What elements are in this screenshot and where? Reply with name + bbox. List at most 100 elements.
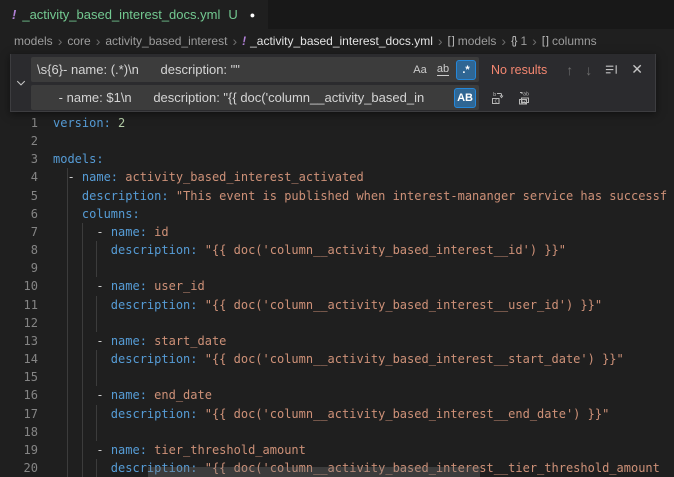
code-line[interactable]: 16 - name: end_date: [0, 386, 674, 404]
svg-text:c: c: [494, 98, 497, 104]
find-in-selection-icon: [604, 62, 619, 77]
code-text: description: "{{ doc('column__activity_b…: [53, 350, 624, 368]
line-number[interactable]: 4: [0, 168, 38, 186]
code-line[interactable]: 6 columns:: [0, 205, 674, 223]
replace-all-icon: ab ac: [517, 90, 533, 106]
find-in-selection-button[interactable]: [604, 62, 619, 77]
breadcrumb-label: 1: [520, 34, 527, 48]
line-number[interactable]: 13: [0, 332, 38, 350]
indent-guide: [67, 368, 68, 386]
code-line[interactable]: 13 - name: start_date: [0, 332, 674, 350]
replace-value-text: - name: $1\n description: "{{ doc('colum…: [37, 90, 454, 105]
indent-guide: [96, 423, 97, 441]
next-match-button[interactable]: ↓: [585, 62, 592, 78]
find-row: \s{6}- name: (.*)\n description: "" Aa a…: [31, 57, 651, 82]
breadcrumb-label: models: [458, 34, 497, 48]
breadcrumb-separator-icon: ›: [232, 34, 237, 48]
breadcrumb-label: models: [14, 34, 53, 48]
breadcrumb-item[interactable]: activity_based_interest: [105, 34, 227, 48]
previous-match-button[interactable]: ↑: [566, 62, 573, 78]
line-number[interactable]: 18: [0, 423, 38, 441]
code-line[interactable]: 3models:: [0, 150, 674, 168]
line-number[interactable]: 3: [0, 150, 38, 168]
breadcrumb-item[interactable]: {}1: [511, 34, 527, 48]
line-number[interactable]: 2: [0, 132, 38, 150]
code-line[interactable]: 14 description: "{{ doc('column__activit…: [0, 350, 674, 368]
match-case-button[interactable]: Aa: [410, 60, 430, 80]
line-number[interactable]: 17: [0, 405, 38, 423]
replace-all-button[interactable]: ab ac: [517, 90, 533, 106]
code-line[interactable]: 17 description: "{{ doc('column__activit…: [0, 405, 674, 423]
preserve-case-button[interactable]: AB: [454, 88, 476, 108]
replace-icon: b c: [490, 90, 506, 106]
line-number[interactable]: 16: [0, 386, 38, 404]
line-number[interactable]: 15: [0, 368, 38, 386]
line-number[interactable]: 12: [0, 314, 38, 332]
array-icon: [ ]: [542, 35, 548, 47]
line-number[interactable]: 9: [0, 259, 38, 277]
code-text: - name: end_date: [53, 386, 212, 404]
code-line[interactable]: 10 - name: user_id: [0, 277, 674, 295]
code-line[interactable]: 8 description: "{{ doc('column__activity…: [0, 241, 674, 259]
regex-button[interactable]: .*: [456, 60, 476, 80]
array-icon: [ ]: [448, 35, 454, 47]
line-number[interactable]: 6: [0, 205, 38, 223]
breadcrumb-label: activity_based_interest: [105, 34, 227, 48]
whole-word-button[interactable]: ab: [433, 60, 453, 80]
breadcrumb-label: _activity_based_interest_docs.yml: [250, 34, 433, 48]
code-line[interactable]: 11 description: "{{ doc('column__activit…: [0, 296, 674, 314]
code-text: - name: activity_based_interest_activate…: [53, 168, 364, 186]
code-line[interactable]: 1version: 2: [0, 114, 674, 132]
svg-text:ab: ab: [523, 91, 529, 97]
horizontal-scrollbar[interactable]: [148, 467, 480, 477]
line-number[interactable]: 5: [0, 187, 38, 205]
line-number[interactable]: 10: [0, 277, 38, 295]
line-number[interactable]: 8: [0, 241, 38, 259]
line-number[interactable]: 20: [0, 459, 38, 477]
code-line[interactable]: 19 - name: tier_threshold_amount: [0, 441, 674, 459]
breadcrumb-item[interactable]: core: [67, 34, 90, 48]
breadcrumb-item[interactable]: models: [14, 34, 53, 48]
line-number[interactable]: 1: [0, 114, 38, 132]
tab-title: _activity_based_interest_docs.yml: [22, 7, 220, 22]
indent-guide: [82, 423, 83, 441]
code-line[interactable]: 5 description: "This event is published …: [0, 187, 674, 205]
line-number[interactable]: 11: [0, 296, 38, 314]
breadcrumb-label: columns: [552, 34, 597, 48]
breadcrumb-label: core: [67, 34, 90, 48]
breadcrumb-separator-icon: ›: [96, 34, 101, 48]
breadcrumb: models › core › activity_based_interest › !_ac…: [0, 29, 674, 52]
code-text: columns:: [53, 205, 140, 223]
code-line[interactable]: 9: [0, 259, 674, 277]
find-replace-widget: \s{6}- name: (.*)\n description: "" Aa a…: [10, 54, 656, 112]
code-line[interactable]: 15: [0, 368, 674, 386]
svg-text:b: b: [493, 92, 496, 98]
breadcrumb-item[interactable]: [ ] models: [448, 34, 497, 48]
replace-button[interactable]: b c: [490, 90, 506, 106]
close-button[interactable]: ✕: [631, 61, 643, 78]
breadcrumb-item[interactable]: !_activity_based_interest_docs.yml: [242, 34, 433, 48]
breadcrumb-item[interactable]: [ ] columns: [542, 34, 597, 48]
line-number[interactable]: 14: [0, 350, 38, 368]
code-text: - name: start_date: [53, 332, 226, 350]
code-editor[interactable]: 1version: 223models:4 - name: activity_b…: [0, 114, 674, 477]
indent-guide: [82, 368, 83, 386]
toggle-replace-button[interactable]: [11, 54, 31, 111]
code-text: description: "{{ doc('column__activity_b…: [53, 296, 602, 314]
code-line[interactable]: 7 - name: id: [0, 223, 674, 241]
replace-input[interactable]: - name: $1\n description: "{{ doc('colum…: [31, 85, 479, 110]
line-number[interactable]: 19: [0, 441, 38, 459]
find-input[interactable]: \s{6}- name: (.*)\n description: "" Aa a…: [31, 57, 479, 82]
code-text: description: "{{ doc('column__activity_b…: [53, 241, 566, 259]
indent-guide: [96, 314, 97, 332]
indent-guide: [67, 423, 68, 441]
code-line[interactable]: 2: [0, 132, 674, 150]
modified-indicator-icon[interactable]: ●: [250, 10, 255, 20]
breadcrumb-separator-icon: ›: [438, 34, 443, 48]
line-number[interactable]: 7: [0, 223, 38, 241]
code-line[interactable]: 4 - name: activity_based_interest_activa…: [0, 168, 674, 186]
code-line[interactable]: 18: [0, 423, 674, 441]
yaml-file-icon: !: [12, 7, 16, 22]
tab-activity-based-interest-docs[interactable]: ! _activity_based_interest_docs.yml U ●: [0, 0, 268, 29]
code-line[interactable]: 12: [0, 314, 674, 332]
